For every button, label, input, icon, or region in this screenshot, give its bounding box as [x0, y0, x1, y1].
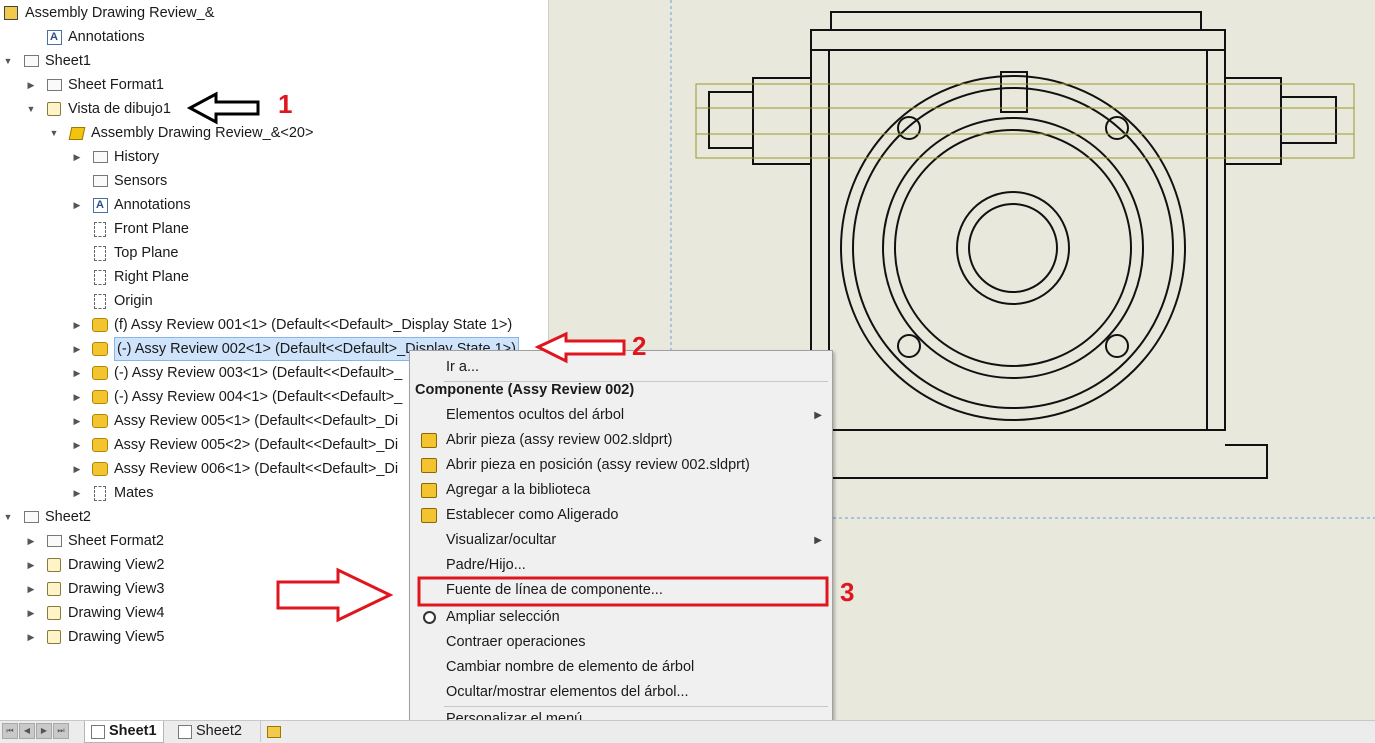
highlight-box-annotation: [417, 576, 829, 607]
step-number-2: 2: [632, 331, 647, 361]
previous-sheet-button[interactable]: ◀: [19, 723, 35, 739]
sheet-tab-icon: [178, 724, 192, 739]
tutorial-overlay: [186, 91, 829, 623]
sheet-tab-bar: ⏮ ◀ ▶ ⏭ Sheet1 Sheet2: [0, 720, 1375, 743]
red-arrow-annotation-2: [534, 331, 626, 364]
sheet-tab-icon: [91, 724, 105, 739]
black-arrow-annotation: [186, 91, 260, 125]
next-sheet-button[interactable]: ▶: [36, 723, 52, 739]
tab-sheet1-label: Sheet1: [109, 723, 157, 739]
add-sheet-icon: [267, 725, 281, 738]
step-number-3: 3: [840, 577, 855, 607]
add-sheet-button[interactable]: [260, 721, 295, 742]
tab-sheet1[interactable]: Sheet1: [84, 721, 164, 743]
first-sheet-button[interactable]: ⏮: [2, 723, 18, 739]
last-sheet-button[interactable]: ⏭: [53, 723, 69, 739]
tab-sheet2[interactable]: Sheet2: [172, 721, 248, 742]
red-arrow-annotation-3: [276, 567, 394, 623]
tab-sheet2-label: Sheet2: [196, 723, 242, 739]
step-number-1: 1: [278, 89, 293, 119]
